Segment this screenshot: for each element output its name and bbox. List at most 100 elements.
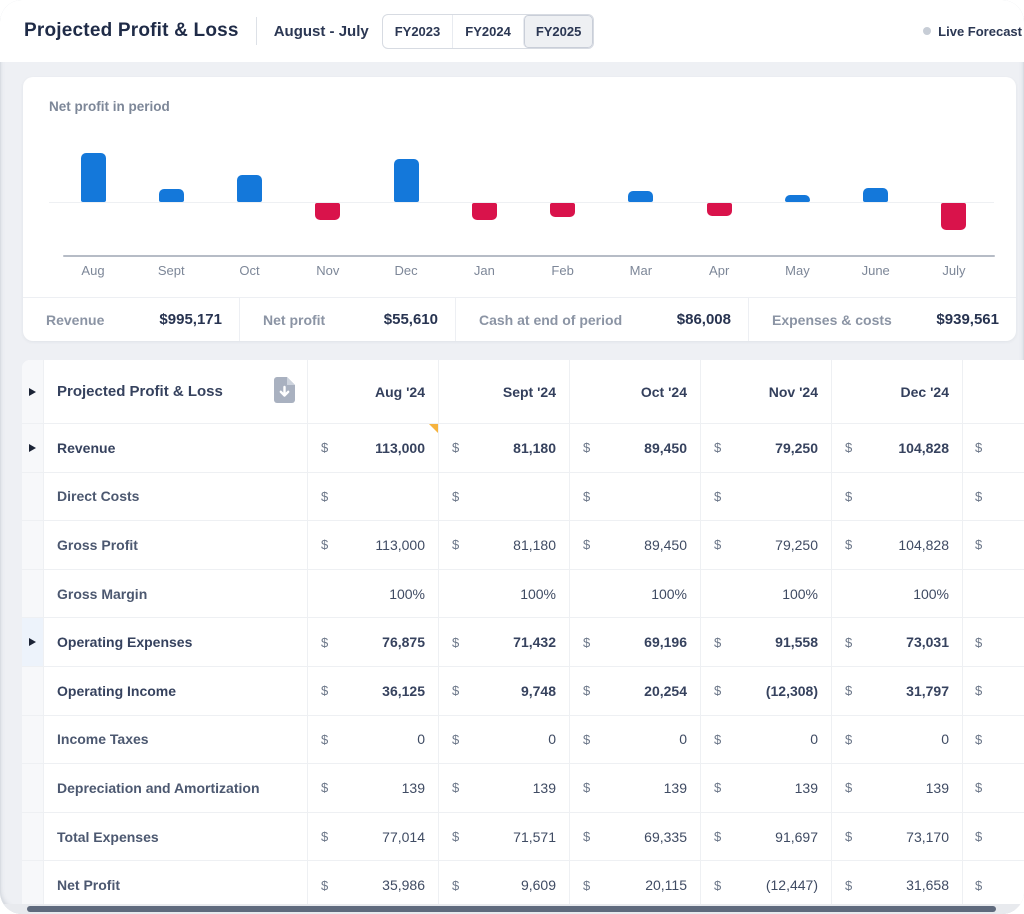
cell-gross-profit-dec-24[interactable]: $104,828	[832, 521, 963, 570]
row-label-gross-margin[interactable]: Gross Margin	[44, 570, 308, 619]
column-header-oct-24[interactable]: Oct '24	[570, 360, 701, 424]
cell-operating-income-oct-24[interactable]: $20,254	[570, 667, 701, 716]
cell-depreciation-and-amortization-aug-24[interactable]: $139	[308, 764, 439, 813]
row-label-total-expenses[interactable]: Total Expenses	[44, 813, 308, 862]
cell-total-expenses-dec-24[interactable]: $73,170	[832, 813, 963, 862]
cell-gross-margin-sept-24[interactable]: 100%	[439, 570, 570, 619]
cell-gross-profit-sept-24[interactable]: $81,180	[439, 521, 570, 570]
row-label-income-taxes[interactable]: Income Taxes	[44, 716, 308, 765]
cell-revenue-nov-24[interactable]: $79,250	[701, 424, 832, 473]
horizontal-scrollbar-thumb[interactable]	[27, 906, 996, 912]
cell-depreciation-and-amortization-sept-24[interactable]: $139	[439, 764, 570, 813]
chart-bar-jan[interactable]	[472, 203, 497, 220]
cell-gross-margin-aug-24[interactable]: 100%	[308, 570, 439, 619]
cell-net-profit-dec-24[interactable]: $31,658	[832, 861, 963, 910]
chart-bar-sept[interactable]	[159, 189, 184, 202]
cell-operating-income-sept-24[interactable]: $9,748	[439, 667, 570, 716]
cell-total-expenses-aug-24[interactable]: $77,014	[308, 813, 439, 862]
row-label-gross-profit[interactable]: Gross Profit	[44, 521, 308, 570]
cell-operating-expenses-sept-24[interactable]: $71,432	[439, 618, 570, 667]
chart-bar-oct[interactable]	[237, 175, 262, 202]
expand-arrow-icon[interactable]	[29, 638, 36, 646]
chart-bar-july[interactable]	[941, 203, 966, 230]
table-header-gutter[interactable]	[22, 360, 44, 424]
column-header-dec-24[interactable]: Dec '24	[832, 360, 963, 424]
cell-direct-costs-dec-24[interactable]: $	[832, 473, 963, 522]
cell-revenue-aug-24[interactable]: $113,000	[308, 424, 439, 473]
cell-gross-margin-nov-24[interactable]: 100%	[701, 570, 832, 619]
row-label-direct-costs[interactable]: Direct Costs	[44, 473, 308, 522]
cell-depreciation-and-amortization-nov-24[interactable]: $139	[701, 764, 832, 813]
cell-total-expenses-nov-24[interactable]: $91,697	[701, 813, 832, 862]
cell-gross-margin-dec-24[interactable]: 100%	[832, 570, 963, 619]
cell-operating-expenses-partial[interactable]: $	[963, 618, 1024, 667]
cell-gross-profit-partial[interactable]: $	[963, 521, 1024, 570]
expand-arrow-icon[interactable]	[29, 444, 36, 452]
chart-bar-apr[interactable]	[707, 203, 732, 216]
column-header-aug-24[interactable]: Aug '24	[308, 360, 439, 424]
cell-revenue-oct-24[interactable]: $89,450	[570, 424, 701, 473]
cell-operating-expenses-dec-24[interactable]: $73,031	[832, 618, 963, 667]
chart-bar-nov[interactable]	[315, 203, 340, 220]
cell-income-taxes-oct-24[interactable]: $0	[570, 716, 701, 765]
cell-net-profit-sept-24[interactable]: $9,609	[439, 861, 570, 910]
currency-symbol: $	[714, 537, 721, 552]
row-label-net-profit[interactable]: Net Profit	[44, 861, 308, 910]
cell-revenue-partial[interactable]: $	[963, 424, 1024, 473]
horizontal-scrollbar[interactable]	[0, 904, 1024, 914]
chart-bar-mar[interactable]	[628, 191, 653, 202]
expand-arrow-icon[interactable]	[29, 388, 36, 396]
cell-operating-expenses-aug-24[interactable]: $76,875	[308, 618, 439, 667]
row-label-operating-income[interactable]: Operating Income	[44, 667, 308, 716]
column-header-nov-24[interactable]: Nov '24	[701, 360, 832, 424]
cell-direct-costs-aug-24[interactable]: $	[308, 473, 439, 522]
row-label-depreciation-and-amortization[interactable]: Depreciation and Amortization	[44, 764, 308, 813]
cell-net-profit-oct-24[interactable]: $20,115	[570, 861, 701, 910]
cell-total-expenses-partial[interactable]: $	[963, 813, 1024, 862]
cell-gross-margin-oct-24[interactable]: 100%	[570, 570, 701, 619]
cell-operating-income-dec-24[interactable]: $31,797	[832, 667, 963, 716]
cell-net-profit-nov-24[interactable]: $(12,447)	[701, 861, 832, 910]
cell-gross-profit-aug-24[interactable]: $113,000	[308, 521, 439, 570]
cell-operating-expenses-oct-24[interactable]: $69,196	[570, 618, 701, 667]
cell-direct-costs-oct-24[interactable]: $	[570, 473, 701, 522]
chart-bar-feb[interactable]	[550, 203, 575, 217]
chart-bar-aug[interactable]	[81, 153, 106, 202]
cell-operating-income-aug-24[interactable]: $36,125	[308, 667, 439, 716]
cell-depreciation-and-amortization-dec-24[interactable]: $139	[832, 764, 963, 813]
row-gutter-operating-expenses[interactable]	[22, 618, 44, 667]
row-label-operating-expenses[interactable]: Operating Expenses	[44, 618, 308, 667]
tab-fy2025[interactable]: FY2025	[523, 15, 594, 48]
row-gutter-revenue[interactable]	[22, 424, 44, 473]
cell-operating-income-nov-24[interactable]: $(12,308)	[701, 667, 832, 716]
cell-direct-costs-nov-24[interactable]: $	[701, 473, 832, 522]
cell-direct-costs-partial[interactable]: $	[963, 473, 1024, 522]
cell-revenue-sept-24[interactable]: $81,180	[439, 424, 570, 473]
tab-fy2024[interactable]: FY2024	[452, 15, 523, 48]
cell-income-taxes-nov-24[interactable]: $0	[701, 716, 832, 765]
cell-net-profit-aug-24[interactable]: $35,986	[308, 861, 439, 910]
cell-income-taxes-aug-24[interactable]: $0	[308, 716, 439, 765]
chart-bar-may[interactable]	[785, 195, 810, 202]
cell-total-expenses-sept-24[interactable]: $71,571	[439, 813, 570, 862]
cell-income-taxes-partial[interactable]: $	[963, 716, 1024, 765]
chart-bar-dec[interactable]	[394, 159, 419, 202]
cell-revenue-dec-24[interactable]: $104,828	[832, 424, 963, 473]
cell-total-expenses-oct-24[interactable]: $69,335	[570, 813, 701, 862]
cell-operating-expenses-nov-24[interactable]: $91,558	[701, 618, 832, 667]
cell-depreciation-and-amortization-partial[interactable]: $	[963, 764, 1024, 813]
cell-gross-profit-oct-24[interactable]: $89,450	[570, 521, 701, 570]
row-label-revenue[interactable]: Revenue	[44, 424, 308, 473]
cell-depreciation-and-amortization-oct-24[interactable]: $139	[570, 764, 701, 813]
cell-operating-income-partial[interactable]: $	[963, 667, 1024, 716]
tab-fy2023[interactable]: FY2023	[383, 15, 453, 48]
cell-income-taxes-dec-24[interactable]: $0	[832, 716, 963, 765]
cell-gross-margin-partial[interactable]	[963, 570, 1024, 619]
cell-direct-costs-sept-24[interactable]: $	[439, 473, 570, 522]
cell-income-taxes-sept-24[interactable]: $0	[439, 716, 570, 765]
cell-net-profit-partial[interactable]: $	[963, 861, 1024, 910]
column-header-sept-24[interactable]: Sept '24	[439, 360, 570, 424]
chart-bar-june[interactable]	[863, 188, 888, 202]
export-download-icon[interactable]	[274, 377, 295, 406]
cell-gross-profit-nov-24[interactable]: $79,250	[701, 521, 832, 570]
